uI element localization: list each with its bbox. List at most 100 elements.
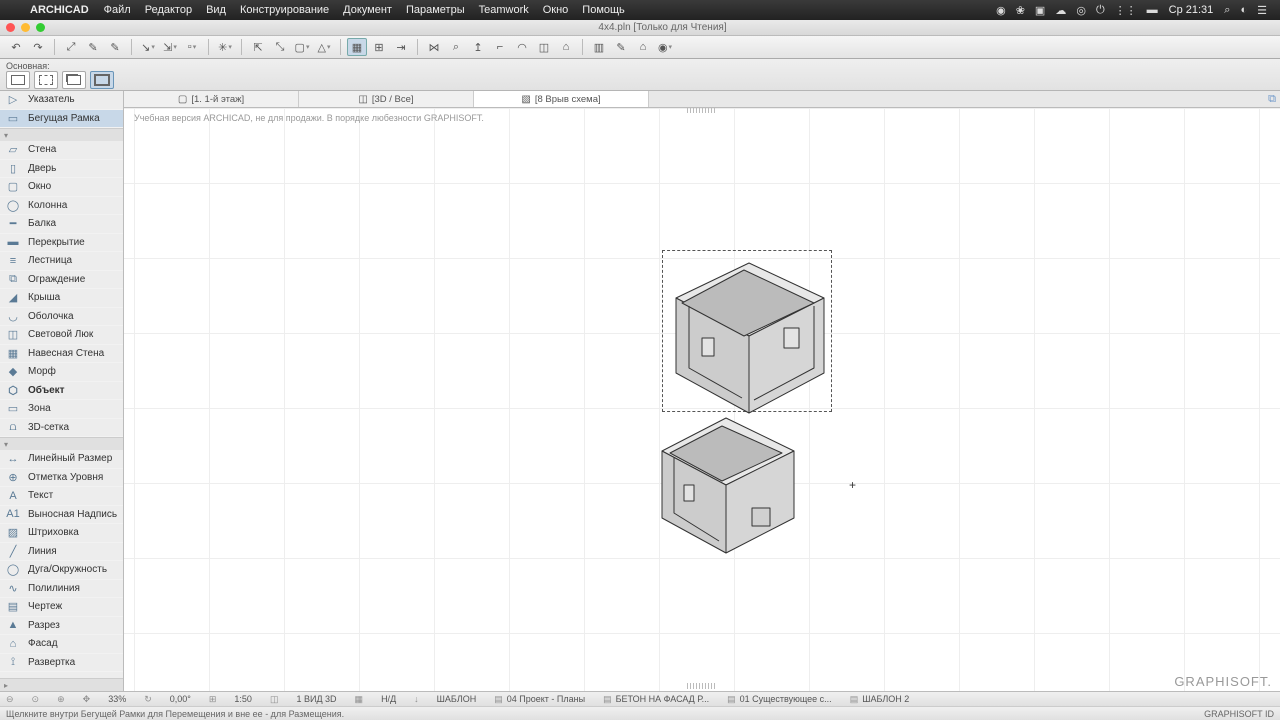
tool-Штриховка[interactable]: ▨Штриховка xyxy=(0,524,123,543)
tool-3D-сетка[interactable]: ⩍3D-сетка xyxy=(0,419,123,438)
view-tab[interactable]: ▧[8 Врыв схема] xyxy=(474,91,649,107)
zoom-out-icon[interactable]: ⊖ xyxy=(6,694,14,705)
tool-icon[interactable]: ✎ xyxy=(83,38,103,56)
tray-icon[interactable]: ▣ xyxy=(1035,4,1045,17)
tray-icon[interactable]: ◎ xyxy=(1076,4,1086,17)
clock[interactable]: Ср 21:31 xyxy=(1169,4,1214,16)
tool-icon[interactable]: ⇥ xyxy=(391,38,411,56)
tray-icon[interactable]: ❀ xyxy=(1016,4,1025,17)
tool-Колонна[interactable]: ◯Колонна xyxy=(0,197,123,216)
tool-Фасад[interactable]: ⌂Фасад xyxy=(0,635,123,654)
menu-teamwork[interactable]: Teamwork xyxy=(479,4,529,16)
app-name[interactable]: ARCHICAD xyxy=(30,4,89,16)
tool-Отметка Уровня[interactable]: ⊕Отметка Уровня xyxy=(0,469,123,488)
tool-Разрез[interactable]: ▲Разрез xyxy=(0,617,123,636)
tool-Развертка[interactable]: ⟟Развертка xyxy=(0,654,123,673)
status-cell[interactable]: ШАБЛОН 2 xyxy=(862,694,909,704)
tool-icon[interactable]: ⌕ xyxy=(446,38,466,56)
tool-Окно[interactable]: ▢Окно xyxy=(0,178,123,197)
tool-icon[interactable]: ◫ xyxy=(534,38,554,56)
menu-design[interactable]: Конструирование xyxy=(240,4,329,16)
tray-icon[interactable]: ◉ xyxy=(996,4,1006,17)
home-icon[interactable]: ⌂ xyxy=(556,38,576,56)
tool-Выносная Надпись[interactable]: A1Выносная Надпись xyxy=(0,506,123,525)
tool-icon[interactable]: ▫ xyxy=(182,38,202,56)
zoom-fit-icon[interactable]: ⊙ xyxy=(32,694,40,705)
tool-Морф[interactable]: ◆Морф xyxy=(0,363,123,382)
tool-Дверь[interactable]: ▯Дверь xyxy=(0,160,123,179)
nd-value[interactable]: Н/Д xyxy=(381,694,396,704)
zoom-hand-icon[interactable]: ✥ xyxy=(83,694,91,705)
tool-icon[interactable]: ↥ xyxy=(468,38,488,56)
group-toggle[interactable]: ▸ xyxy=(0,679,123,691)
tool-Линейный Размер[interactable]: ↔Линейный Размер xyxy=(0,450,123,469)
graphisoft-id[interactable]: GRAPHISOFT ID xyxy=(1204,709,1274,719)
tool-Крыша[interactable]: ◢Крыша xyxy=(0,289,123,308)
redo-icon[interactable]: ↷ xyxy=(28,38,48,56)
drag-handle[interactable] xyxy=(687,683,717,689)
snap-icon[interactable]: ✳ xyxy=(215,38,235,56)
tool-icon[interactable]: ⇱ xyxy=(248,38,268,56)
notif-icon[interactable]: ☰ xyxy=(1257,4,1267,17)
trace-icon[interactable]: ▦ xyxy=(347,38,367,56)
tool-icon[interactable]: ⤡ xyxy=(270,38,290,56)
tool-icon[interactable]: ✎ xyxy=(105,38,125,56)
pin-icon[interactable]: ↓ xyxy=(414,694,419,704)
tool-Перекрытие[interactable]: ▬Перекрытие xyxy=(0,234,123,253)
marquee-mode[interactable] xyxy=(90,71,114,89)
angle-value[interactable]: 0,00° xyxy=(170,694,191,704)
3d-model-exploded-lower[interactable] xyxy=(654,413,804,563)
group-toggle[interactable]: ▾ xyxy=(0,438,123,450)
tab-menu-icon[interactable]: ⧉ xyxy=(1268,91,1276,108)
marquee-mode[interactable] xyxy=(6,71,30,89)
tool-Зона[interactable]: ▭Зона xyxy=(0,400,123,419)
status-icon[interactable]: ▦ xyxy=(355,694,364,705)
status-cell[interactable]: 04 Проект - Планы xyxy=(507,694,585,704)
tool-icon[interactable]: ⌂ xyxy=(633,38,653,56)
scale-value[interactable]: 1:50 xyxy=(234,694,252,704)
tool-Балка[interactable]: ━Балка xyxy=(0,215,123,234)
wifi-icon[interactable]: ⋮⋮ xyxy=(1115,4,1137,17)
view-tab[interactable]: ◫[3D / Все] xyxy=(299,91,474,107)
menu-file[interactable]: Файл xyxy=(104,4,131,16)
view-icon[interactable]: ◫ xyxy=(270,694,279,705)
tray-icon[interactable]: ⏻ xyxy=(1096,4,1105,17)
menu-document[interactable]: Документ xyxy=(343,4,392,16)
tool-Световой Люк[interactable]: ◫Световой Люк xyxy=(0,326,123,345)
tool-Текст[interactable]: AТекст xyxy=(0,487,123,506)
zoom-in-icon[interactable]: ⊕ xyxy=(57,694,65,705)
marquee-mode[interactable] xyxy=(62,71,86,89)
3d-model-exploded-upper[interactable] xyxy=(664,258,834,428)
tool-Оболочка[interactable]: ◡Оболочка xyxy=(0,308,123,327)
tool-Бегущая Рамка[interactable]: ▭Бегущая Рамка xyxy=(0,110,123,129)
tool-Указатель[interactable]: ▷Указатель xyxy=(0,91,123,110)
group-toggle[interactable]: ▾ xyxy=(0,129,123,141)
tool-icon[interactable]: ✎ xyxy=(611,38,631,56)
status-cell[interactable]: БЕТОН НА ФАСАД Р... xyxy=(616,694,709,704)
tool-icon[interactable]: ⇲ xyxy=(160,38,180,56)
status-cell[interactable]: 01 Существующее с... xyxy=(740,694,832,704)
tool-icon[interactable]: △ xyxy=(314,38,334,56)
tray-icon[interactable]: ☁ xyxy=(1055,4,1066,17)
traffic-lights[interactable] xyxy=(0,23,45,32)
tool-Дуга/Окружность[interactable]: ◯Дуга/Окружность xyxy=(0,561,123,580)
scale-icon[interactable]: ⊞ xyxy=(209,694,217,705)
menu-options[interactable]: Параметры xyxy=(406,4,465,16)
tool-icon[interactable]: ▢ xyxy=(292,38,312,56)
tool-icon[interactable]: ↘ xyxy=(138,38,158,56)
tool-Объект[interactable]: ⬡Объект xyxy=(0,382,123,401)
tool-Полилиния[interactable]: ∿Полилиния xyxy=(0,580,123,599)
view-value[interactable]: 1 ВИД 3D xyxy=(296,694,336,704)
tool-icon[interactable]: ◉ xyxy=(655,38,675,56)
tool-Ограждение[interactable]: ⧉Ограждение xyxy=(0,271,123,290)
search-icon[interactable]: ⌕ xyxy=(1224,4,1230,17)
menu-edit[interactable]: Редактор xyxy=(145,4,192,16)
drag-handle[interactable] xyxy=(687,108,717,113)
tool-Стена[interactable]: ▱Стена xyxy=(0,141,123,160)
tool-icon[interactable]: ⤢ xyxy=(61,38,81,56)
tool-Чертеж[interactable]: ▤Чертеж xyxy=(0,598,123,617)
menu-window[interactable]: Окно xyxy=(543,4,569,16)
tool-Лестница[interactable]: ≡Лестница xyxy=(0,252,123,271)
view-tab[interactable]: ▢[1. 1-й этаж] xyxy=(124,91,299,107)
undo-icon[interactable]: ↶ xyxy=(6,38,26,56)
